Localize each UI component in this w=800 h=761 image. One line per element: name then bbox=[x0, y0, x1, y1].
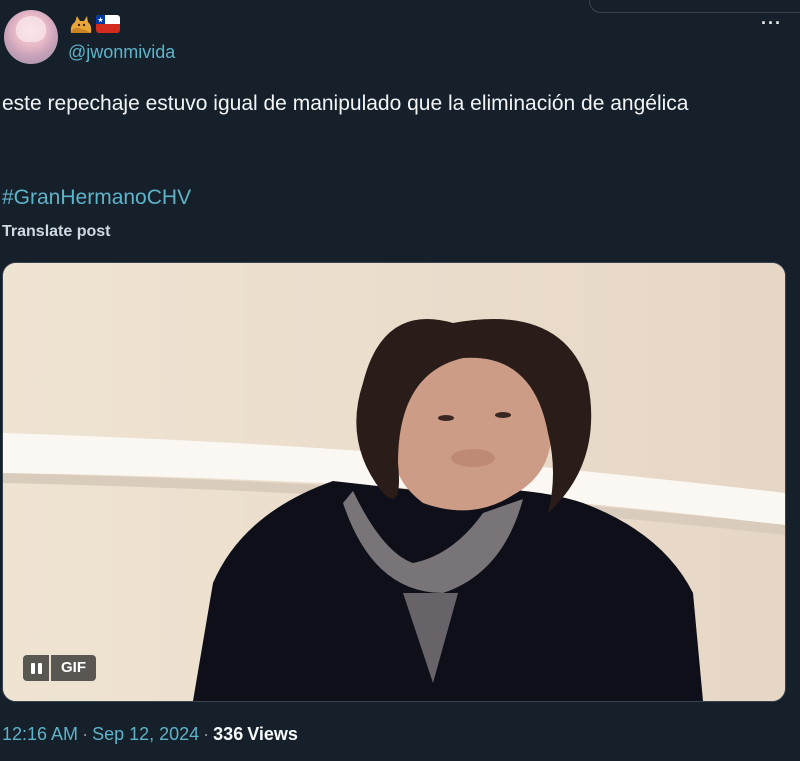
hashtag-link[interactable]: #GranHermanoCHV bbox=[2, 186, 191, 210]
display-name-emoji[interactable] bbox=[68, 12, 120, 36]
separator: · bbox=[82, 724, 89, 744]
separator: · bbox=[203, 724, 210, 744]
views-label: Views bbox=[247, 724, 298, 744]
card-border-corner bbox=[589, 0, 800, 13]
gif-controls: GIF bbox=[23, 655, 96, 683]
author-handle[interactable]: @jwonmivida bbox=[68, 42, 175, 63]
pause-icon[interactable] bbox=[23, 655, 49, 681]
more-icon[interactable]: ··· bbox=[761, 14, 782, 32]
post-date[interactable]: Sep 12, 2024 bbox=[92, 724, 199, 745]
cat-icon bbox=[68, 13, 94, 35]
views-count: 336 bbox=[213, 724, 244, 744]
translate-post-button[interactable]: Translate post bbox=[2, 223, 110, 241]
avatar[interactable] bbox=[4, 10, 58, 64]
post-time[interactable]: 12:16 AM bbox=[2, 724, 78, 745]
post-meta: 12:16 AM · Sep 12, 2024 · 336 Views bbox=[2, 724, 298, 745]
gif-frame bbox=[3, 263, 785, 701]
gif-media[interactable]: GIF bbox=[2, 262, 786, 702]
post-text: este repechaje estuvo igual de manipulad… bbox=[2, 92, 689, 115]
chile-flag-icon bbox=[96, 15, 120, 33]
tweet-card: @jwonmivida ··· este repechaje estuvo ig… bbox=[0, 0, 800, 761]
gif-badge: GIF bbox=[51, 655, 96, 681]
